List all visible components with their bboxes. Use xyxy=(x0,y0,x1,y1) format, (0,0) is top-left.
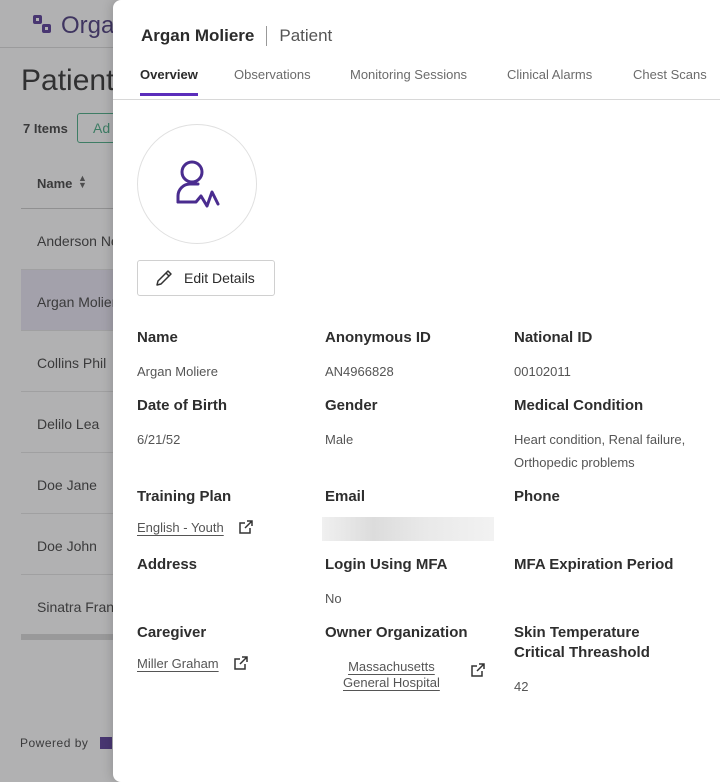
field-anonymous-id: Anonymous ID AN4966828 xyxy=(325,328,505,383)
caregiver-value[interactable]: Miller Graham xyxy=(137,656,219,671)
email-redacted xyxy=(322,517,494,541)
field-caregiver: Caregiver Miller Graham xyxy=(137,623,317,673)
training-plan-value[interactable]: English - Youth xyxy=(137,520,224,535)
field-medical-condition: Medical Condition Heart condition, Renal… xyxy=(514,396,699,474)
field-label: National ID xyxy=(514,329,593,346)
field-label: Gender xyxy=(325,397,378,414)
field-value: 42 xyxy=(514,679,529,694)
field-value: AN4966828 xyxy=(325,364,394,379)
field-label: Email xyxy=(325,488,366,505)
field-value: Argan Moliere xyxy=(137,364,218,379)
field-login-mfa: Login Using MFA No xyxy=(325,555,505,610)
edit-details-label: Edit Details xyxy=(184,270,255,286)
field-value: Heart condition, Renal failure, Orthoped… xyxy=(514,432,686,470)
field-email: Email xyxy=(325,487,505,507)
field-value: No xyxy=(325,591,342,606)
field-label: Owner Organization xyxy=(325,624,468,641)
field-label: MFA Expiration Period xyxy=(514,556,674,573)
external-link-icon[interactable] xyxy=(233,655,249,671)
field-value: Male xyxy=(325,432,354,447)
tab-monitoring-sessions[interactable]: Monitoring Sessions xyxy=(350,67,467,94)
field-value: 6/21/52 xyxy=(137,432,181,447)
org-line-2: General Hospital xyxy=(343,675,440,690)
tab-overview[interactable]: Overview xyxy=(140,67,198,96)
field-label: Phone xyxy=(514,488,560,505)
field-phone: Phone xyxy=(514,487,694,507)
caregiver-link[interactable]: Miller Graham xyxy=(137,655,249,671)
field-value: 00102011 xyxy=(514,364,571,379)
field-label: Caregiver xyxy=(137,624,207,641)
field-training-plan: Training Plan English - Youth xyxy=(137,487,317,537)
owner-organization-value[interactable]: Massachusetts General Hospital xyxy=(343,659,440,691)
field-name: Name Argan Moliere xyxy=(137,328,317,383)
owner-organization-link[interactable]: Massachusetts General Hospital xyxy=(343,659,486,691)
header-divider xyxy=(266,26,268,46)
field-label: Login Using MFA xyxy=(325,556,448,573)
field-label: Training Plan xyxy=(137,488,232,505)
tab-bar: Overview Observations Monitoring Session… xyxy=(113,64,720,100)
field-skin-temperature: Skin Temperature Critical Threashold 42 xyxy=(514,623,674,698)
field-label: Name xyxy=(137,329,178,346)
field-label: Anonymous ID xyxy=(325,329,431,346)
org-line-1: Massachusetts xyxy=(348,659,435,674)
drawer-header: Argan Moliere Patient xyxy=(141,26,332,46)
patient-name-title: Argan Moliere xyxy=(141,26,255,45)
training-plan-link[interactable]: English - Youth xyxy=(137,519,254,535)
field-gender: Gender Male xyxy=(325,396,505,451)
tab-clinical-alarms[interactable]: Clinical Alarms xyxy=(507,67,592,94)
patient-vitals-icon xyxy=(176,160,220,208)
field-owner-organization: Owner Organization xyxy=(325,623,505,643)
field-label: Medical Condition xyxy=(514,397,644,414)
field-national-id: National ID 00102011 xyxy=(514,328,694,383)
pencil-icon xyxy=(156,270,172,286)
field-mfa-expiration: MFA Expiration Period xyxy=(514,555,704,575)
patient-avatar xyxy=(137,124,257,244)
patient-drawer: Argan Moliere Patient Overview Observati… xyxy=(113,0,720,782)
external-link-icon[interactable] xyxy=(238,519,254,535)
field-label: Date of Birth xyxy=(137,397,227,414)
edit-details-button[interactable]: Edit Details xyxy=(137,260,275,296)
tab-observations[interactable]: Observations xyxy=(234,67,311,94)
record-type: Patient xyxy=(279,26,333,45)
external-link-icon[interactable] xyxy=(470,662,486,678)
field-label: Address xyxy=(137,556,198,573)
field-address: Address xyxy=(137,555,317,575)
field-date-of-birth: Date of Birth 6/21/52 xyxy=(137,396,317,451)
field-label: Skin Temperature Critical Threashold xyxy=(514,624,650,661)
tab-chest-scans[interactable]: Chest Scans xyxy=(633,67,707,94)
